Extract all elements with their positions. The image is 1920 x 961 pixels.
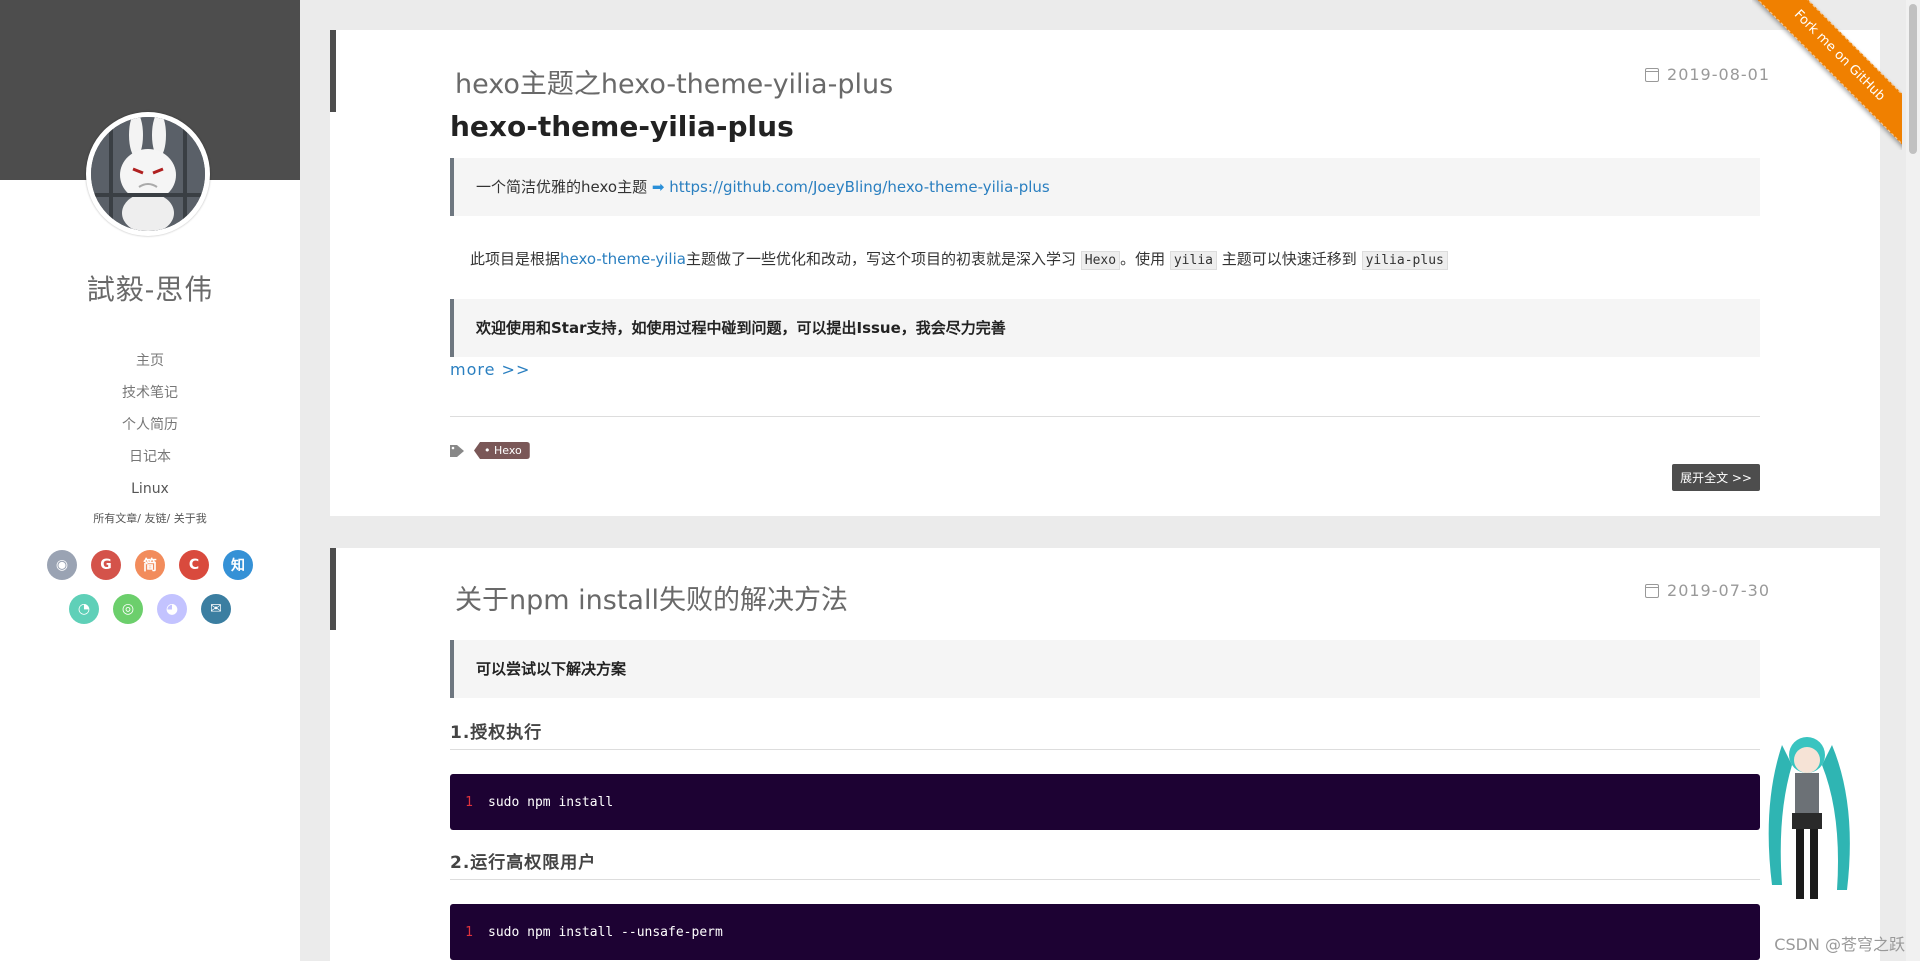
github-icon[interactable]: ◉ <box>47 550 77 580</box>
inline-code-yilia-plus: yilia-plus <box>1361 251 1448 270</box>
code-line: sudo npm install <box>488 794 614 810</box>
nav-item-linux[interactable]: Linux <box>0 473 300 505</box>
calendar-icon <box>1645 67 1660 82</box>
bunny-avatar-icon <box>91 117 205 231</box>
quote-text: 可以尝试以下解决方案 <box>476 660 627 678</box>
fork-ribbon[interactable]: Fork me on GitHub <box>1752 0 1902 150</box>
read-more-link[interactable]: more >> <box>450 360 1760 379</box>
para-text-1: 此项目是根据 <box>470 250 561 268</box>
tag-icon <box>450 444 464 457</box>
expand-button[interactable]: 展开全文 >> <box>1672 464 1760 491</box>
fork-ribbon-label[interactable]: Fork me on GitHub <box>1752 0 1902 150</box>
post-card-1: hexo主题之hexo-theme-yilia-plus 2019-08-01 … <box>330 30 1880 516</box>
weibo-icon[interactable]: ◕ <box>157 594 187 624</box>
post-date: 2019-07-30 <box>1645 581 1770 600</box>
jianshu-icon[interactable]: 简 <box>135 550 165 580</box>
github-repo-link[interactable]: https://github.com/JoeyBling/hexo-theme-… <box>669 178 1050 196</box>
divider <box>450 416 1760 417</box>
code-block-1: 1 sudo npm install <box>450 774 1760 830</box>
post-title[interactable]: hexo主题之hexo-theme-yilia-plus <box>455 62 893 101</box>
google-icon[interactable]: G <box>91 550 121 580</box>
social-links: ◉ G 简 C 知 ◔ ◎ ◕ ✉ <box>0 550 300 638</box>
main-nav: 主页 技术笔记 个人简历 日记本 Linux <box>0 345 300 505</box>
calendar-icon <box>1645 583 1660 598</box>
post-date-text: 2019-07-30 <box>1667 581 1770 600</box>
nav-item-diary[interactable]: 日记本 <box>0 441 300 473</box>
tag-list: • Hexo <box>450 442 530 459</box>
quote-text: 一个简洁优雅的hexo主题 <box>476 178 648 196</box>
line-number: 1 <box>465 794 473 810</box>
post-paragraph: 此项目是根据hexo-theme-yilia主题做了一些优化和改动，写这个项目的… <box>450 248 1780 270</box>
para-text-3: 。使用 <box>1120 250 1166 268</box>
mascot-figure-icon[interactable] <box>1752 725 1862 925</box>
site-name[interactable]: 試毅-思伟 <box>0 268 300 308</box>
post-blockquote: 一个简洁优雅的hexo主题 ➡ https://github.com/JoeyB… <box>450 158 1760 216</box>
card-accent-bar <box>330 30 336 112</box>
inline-code-hexo: Hexo <box>1080 251 1121 270</box>
email-icon[interactable]: ✉ <box>201 594 231 624</box>
subnav-friends[interactable]: 友链 <box>145 512 167 525</box>
wechat-icon[interactable]: ◎ <box>113 594 143 624</box>
code-block-2: 1 sudo npm install --unsafe-perm <box>450 904 1760 960</box>
csdn-icon[interactable]: C <box>179 550 209 580</box>
yilia-link[interactable]: hexo-theme-yilia <box>560 250 686 268</box>
subnav-about[interactable]: 关于我 <box>174 512 207 525</box>
para-text-4: 主题可以快速迁移到 <box>1221 250 1357 268</box>
section-heading-2: 2.运行高权限用户 <box>450 848 1760 880</box>
post-card-2: 关于npm install失败的解决方法 2019-07-30 可以尝试以下解决… <box>330 548 1880 961</box>
qq-icon[interactable]: ◔ <box>69 594 99 624</box>
avatar[interactable] <box>86 112 210 236</box>
line-number: 1 <box>465 924 473 940</box>
tag-hexo[interactable]: • Hexo <box>474 442 530 459</box>
watermark: CSDN @苍穹之跃 <box>1774 935 1905 954</box>
post-title[interactable]: 关于npm install失败的解决方法 <box>455 578 848 617</box>
arrow-right-icon: ➡ <box>651 178 665 196</box>
subnav-all-posts[interactable]: 所有文章 <box>93 512 137 525</box>
post-heading: hexo-theme-yilia-plus <box>450 110 794 143</box>
section-heading-1: 1.授权执行 <box>450 718 1760 750</box>
quote-text-2: 欢迎使用和Star支持，如使用过程中碰到问题，可以提出Issue，我会尽力完善 <box>476 319 1006 337</box>
card-accent-bar <box>330 548 336 630</box>
post-blockquote-2: 欢迎使用和Star支持，如使用过程中碰到问题，可以提出Issue，我会尽力完善 <box>450 299 1760 357</box>
zhihu-icon[interactable]: 知 <box>223 550 253 580</box>
sidebar: 試毅-思伟 主页 技术笔记 个人简历 日记本 Linux 所有文章/ 友链/ 关… <box>0 0 300 961</box>
sub-nav: 所有文章/ 友链/ 关于我 <box>93 512 207 525</box>
nav-item-tech-notes[interactable]: 技术笔记 <box>0 377 300 409</box>
inline-code-yilia: yilia <box>1169 251 1217 270</box>
scrollbar[interactable] <box>1906 0 1920 961</box>
code-line: sudo npm install --unsafe-perm <box>488 924 723 940</box>
para-text-2: 主题做了一些优化和改动，写这个项目的初衷就是深入学习 <box>685 250 1076 268</box>
post-blockquote: 可以尝试以下解决方案 <box>450 640 1760 698</box>
nav-item-resume[interactable]: 个人简历 <box>0 409 300 441</box>
scrollbar-thumb[interactable] <box>1909 4 1917 154</box>
nav-item-home[interactable]: 主页 <box>0 345 300 377</box>
